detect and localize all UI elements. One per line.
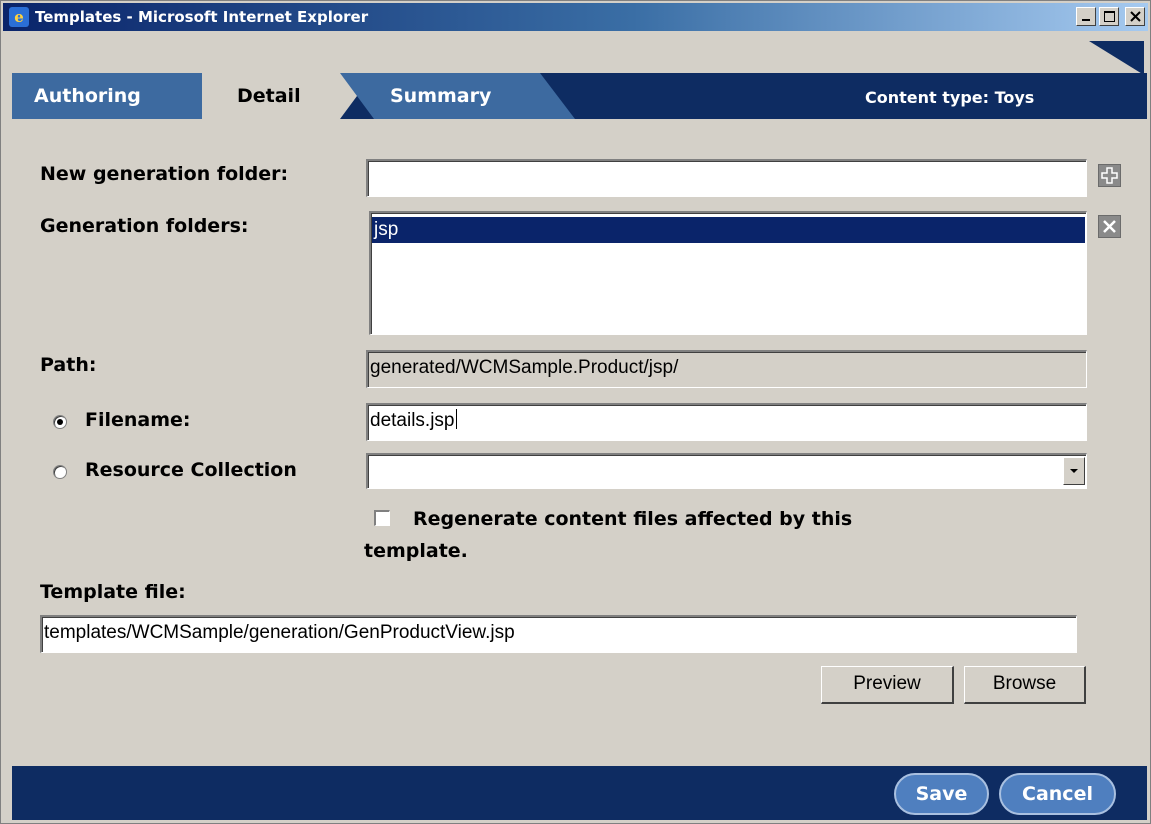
generation-folders-list[interactable]: jsp <box>369 211 1087 335</box>
generation-folders-label: Generation folders: <box>40 215 249 237</box>
resource-collection-dropdown-button[interactable] <box>1063 457 1085 485</box>
tab-detail[interactable]: Detail <box>202 73 340 119</box>
dialog-window: e Templates - Microsoft Internet Explore… <box>0 0 1151 824</box>
new-generation-folder-input[interactable] <box>366 159 1087 197</box>
preview-button[interactable]: Preview <box>821 666 954 704</box>
filename-label: Filename: <box>85 409 191 431</box>
add-folder-button[interactable] <box>1098 164 1121 187</box>
filename-input[interactable]: details.jsp <box>366 403 1087 441</box>
maximize-button[interactable] <box>1099 7 1119 26</box>
new-generation-folder-label: New generation folder: <box>40 163 289 185</box>
tab-summary-label[interactable]: Summary <box>390 73 491 119</box>
close-button[interactable] <box>1125 7 1145 26</box>
resource-collection-radio[interactable] <box>53 465 67 479</box>
tab-bar-corner <box>1089 41 1144 75</box>
title-bar: e Templates - Microsoft Internet Explore… <box>3 3 1148 31</box>
tab-detail-label: Detail <box>237 85 301 107</box>
close-icon <box>1103 220 1116 233</box>
template-file-input[interactable]: templates/WCMSample/generation/GenProduc… <box>40 615 1077 653</box>
regenerate-label-line1: Regenerate content files affected by thi… <box>413 508 853 530</box>
tab-authoring-label: Authoring <box>34 85 141 107</box>
plus-icon <box>1101 167 1118 184</box>
window-title: Templates - Microsoft Internet Explorer <box>35 8 369 26</box>
save-button[interactable]: Save <box>894 773 989 815</box>
path-label: Path: <box>40 354 97 376</box>
minimize-button[interactable] <box>1076 7 1096 26</box>
resource-collection-select[interactable] <box>366 453 1087 489</box>
regenerate-label-line2: template. <box>364 540 468 562</box>
filename-radio[interactable] <box>53 415 67 429</box>
content-type-label: Content type: Toys <box>865 88 1035 107</box>
ie-icon: e <box>9 7 29 27</box>
close-icon <box>1130 11 1141 22</box>
tab-authoring[interactable]: Authoring <box>12 73 202 119</box>
resource-collection-label: Resource Collection <box>85 459 297 481</box>
regenerate-checkbox[interactable] <box>374 510 390 526</box>
browse-button[interactable]: Browse <box>964 666 1086 704</box>
list-item[interactable]: jsp <box>372 217 1085 243</box>
cancel-button[interactable]: Cancel <box>999 773 1116 815</box>
remove-folder-button[interactable] <box>1098 215 1121 238</box>
template-file-label: Template file: <box>40 581 186 603</box>
path-field: generated/WCMSample.Product/jsp/ <box>366 350 1087 388</box>
